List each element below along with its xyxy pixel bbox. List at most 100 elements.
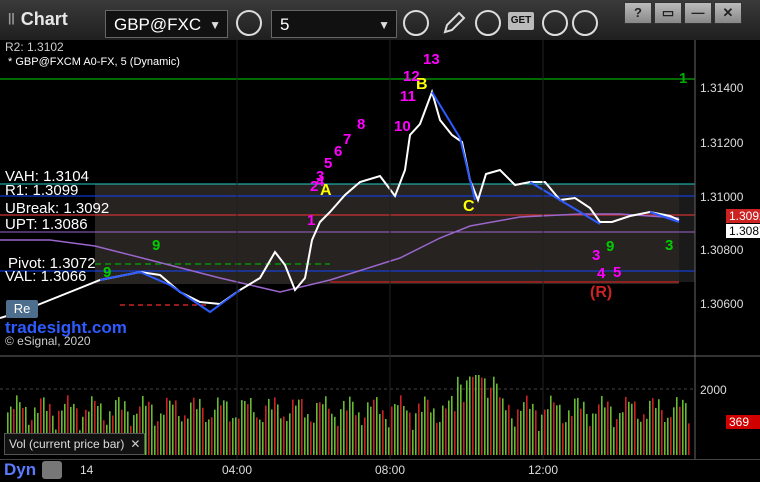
volume-bar: [172, 404, 174, 455]
volume-bar: [622, 412, 624, 455]
volume-bar: [655, 407, 657, 455]
volume-bar: [649, 400, 651, 455]
grip-icon[interactable]: ||: [8, 11, 15, 25]
volume-bar: [301, 398, 303, 455]
chevron-down-icon[interactable]: ▼: [209, 11, 221, 39]
play-icon[interactable]: [542, 10, 568, 36]
volume-bar: [397, 405, 399, 455]
sequence-count: 5: [613, 264, 622, 281]
study-legend[interactable]: * GBP@FXCM A0-FX, 5 (Dynamic): [8, 56, 180, 68]
volume-bar: [265, 405, 267, 455]
study-icon[interactable]: [475, 10, 501, 36]
clock-icon[interactable]: [403, 10, 429, 36]
volume-bar: [232, 418, 234, 455]
volume-bar: [481, 377, 483, 455]
volume-bar: [238, 418, 240, 455]
sequence-count: 9: [606, 238, 615, 255]
volume-bar: [268, 398, 270, 455]
volume-bar: [598, 404, 600, 455]
volume-bar: [175, 400, 177, 455]
volume-bar: [331, 413, 333, 455]
volume-legend[interactable]: Vol (current price bar) ✕: [4, 433, 146, 455]
volume-bar: [382, 410, 384, 455]
chevron-down-icon[interactable]: ▼: [378, 11, 390, 39]
volume-bar: [610, 406, 612, 455]
volume-bar: [613, 427, 615, 455]
volume-bar: [385, 419, 387, 455]
volume-bar: [514, 426, 516, 455]
volume-bar: [406, 410, 408, 455]
price-tick: 1.31400: [700, 81, 744, 95]
volume-bar: [469, 376, 471, 455]
volume-bar: [187, 418, 189, 455]
volume-bar: [643, 414, 645, 455]
volume-bar: [424, 396, 426, 455]
volume-bar: [226, 401, 228, 455]
volume-bar: [307, 414, 309, 455]
volume-bar: [352, 401, 354, 455]
volume-bar: [439, 421, 441, 455]
volume-bar: [166, 397, 168, 455]
volume-bar: [445, 408, 447, 455]
volume-bar: [556, 405, 558, 455]
sequence-count: 1: [307, 212, 316, 229]
volume-bar: [679, 406, 681, 455]
volume-bar: [559, 404, 561, 455]
sequence-count: 8: [357, 116, 366, 133]
symbol-input[interactable]: GBP@FXC ▼: [105, 10, 228, 38]
volume-bar: [448, 400, 450, 455]
volume-bar: [163, 414, 165, 455]
settings-icon[interactable]: [236, 10, 262, 36]
volume-bar: [286, 421, 288, 455]
volume-bar: [664, 422, 666, 455]
volume-bar: [313, 422, 315, 455]
volume-bar: [457, 376, 459, 455]
volume-bar: [160, 413, 162, 455]
volume-bar: [577, 397, 579, 455]
volume-bar: [652, 398, 654, 455]
volume-bar: [229, 421, 231, 455]
volume-bar: [463, 401, 465, 455]
close-button[interactable]: ✕: [714, 2, 742, 24]
volume-bar: [526, 395, 528, 455]
help-button[interactable]: ?: [624, 2, 652, 24]
level-count-label: 1: [679, 70, 688, 87]
volume-bar: [169, 400, 171, 455]
volume-bar: [466, 380, 468, 455]
copyright: © eSignal, 2020: [5, 334, 91, 348]
link-icon[interactable]: [42, 461, 62, 479]
volume-bar: [223, 400, 225, 455]
pencil-icon[interactable]: [441, 10, 467, 36]
sequence-count: 9: [103, 264, 112, 281]
volume-bar: [631, 403, 633, 455]
volume-bar: [523, 402, 525, 455]
volume-bar: [196, 409, 198, 455]
get-data-icon[interactable]: GET: [508, 12, 534, 30]
restore-button[interactable]: ▭: [654, 2, 682, 24]
volume-bar: [361, 425, 363, 455]
volume-bar: [667, 417, 669, 455]
volume-bar: [394, 404, 396, 455]
chart-canvas[interactable]: [0, 40, 760, 460]
price-tick: 1.31000: [700, 190, 744, 204]
volume-bar: [358, 412, 360, 455]
volume-bar: [436, 422, 438, 455]
minimize-button[interactable]: —: [684, 2, 712, 24]
volume-bar: [484, 378, 486, 455]
volume-bar: [493, 376, 495, 455]
volume-bar: [319, 402, 321, 455]
volume-bar: [274, 397, 276, 455]
volume-bar: [256, 417, 258, 455]
close-icon[interactable]: ✕: [130, 437, 140, 451]
interval-select[interactable]: 5 ▼: [271, 10, 397, 38]
dynamic-mode[interactable]: Dyn: [4, 460, 36, 480]
time-tick: 12:00: [528, 463, 559, 477]
replay-badge[interactable]: Re: [6, 300, 38, 318]
volume-bar: [547, 409, 549, 455]
ubreak-label: UBreak: 1.3092: [5, 200, 110, 217]
price-tick: 1.30600: [700, 297, 744, 311]
volume-bar: [553, 402, 555, 455]
volume-bar: [391, 406, 393, 455]
alert-icon[interactable]: [572, 10, 598, 36]
volume-bar: [316, 403, 318, 455]
